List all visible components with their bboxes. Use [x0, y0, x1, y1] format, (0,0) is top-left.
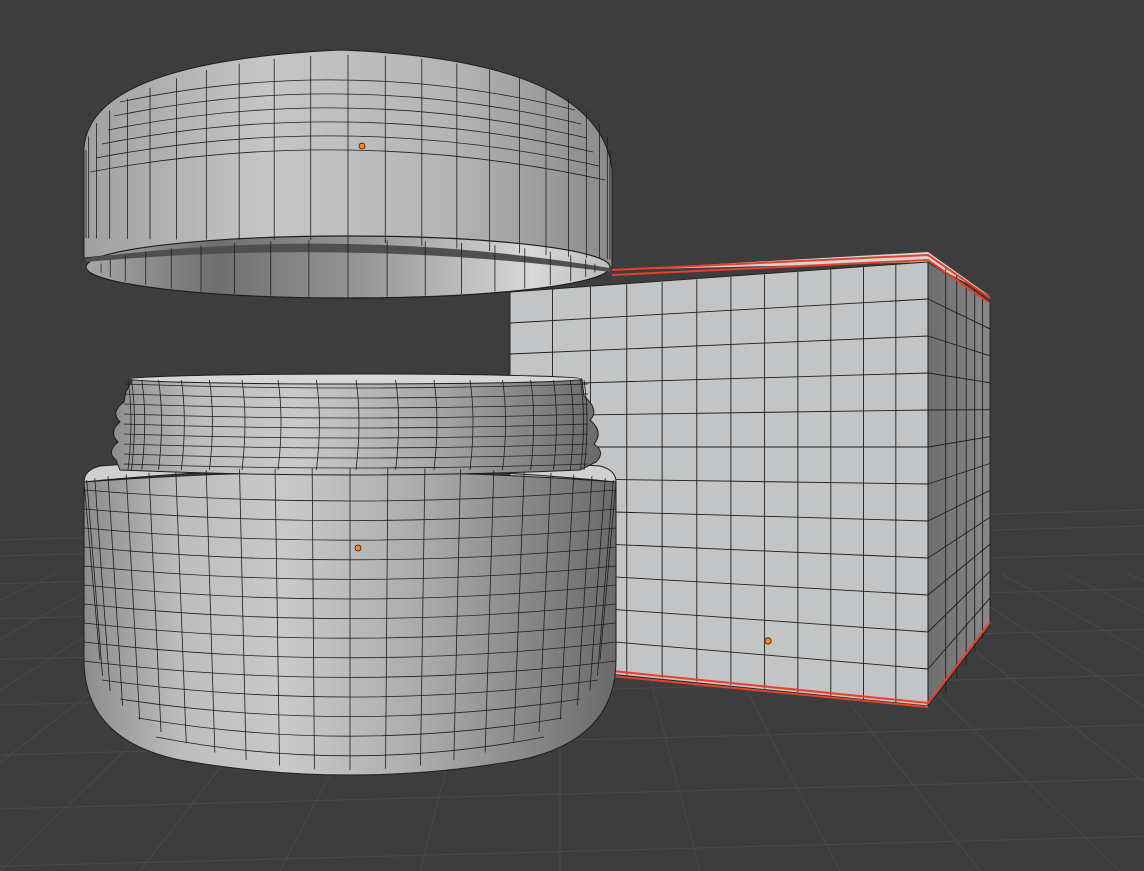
- jar-body-origin-point[interactable]: [354, 544, 362, 552]
- jar-lid-origin-point[interactable]: [358, 142, 366, 150]
- cube-origin-point[interactable]: [764, 637, 772, 645]
- grid-line: [1000, 573, 1144, 653]
- jar-lid-object[interactable]: [83, 49, 613, 299]
- viewport-canvas[interactable]: [0, 0, 1144, 871]
- jar-body-object[interactable]: [83, 373, 617, 776]
- 3d-viewport[interactable]: [0, 0, 1144, 871]
- grid-line: [1126, 572, 1144, 582]
- cube-side-face: [928, 262, 990, 706]
- grid-line: [1063, 572, 1144, 613]
- grid-line: [0, 778, 1144, 810]
- jar-threaded-neck: [111, 374, 601, 476]
